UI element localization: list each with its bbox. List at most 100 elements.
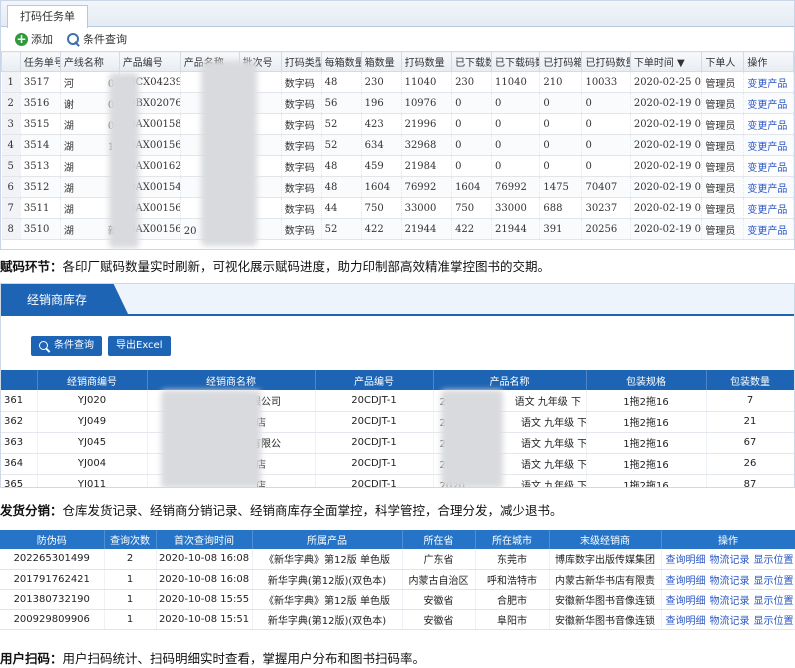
column-header[interactable]: 经销商名称 bbox=[147, 370, 316, 390]
dealer-cell: 内蒙古新华书店有限责 bbox=[549, 569, 662, 590]
column-header[interactable]: 操作 bbox=[743, 51, 794, 72]
column-header[interactable]: 已打码箱数 bbox=[539, 51, 583, 72]
data-cell: 数字码 bbox=[281, 197, 322, 219]
table-row[interactable]: 361YJ020有限公司20CDJT-1202语文 九年级 下1拖2拖167 bbox=[1, 390, 794, 412]
show-location-link[interactable]: 显示位置 bbox=[754, 596, 794, 607]
data-cell: 0 bbox=[581, 92, 631, 114]
change-product-link[interactable]: 变更产品 bbox=[743, 155, 794, 177]
column-header[interactable]: 操作 bbox=[661, 530, 795, 549]
add-button[interactable]: + 添加 bbox=[15, 31, 53, 47]
data-cell: 21984 bbox=[401, 155, 453, 177]
line-name-part: 湖 bbox=[63, 204, 74, 216]
change-product-link[interactable]: 变更产品 bbox=[743, 176, 794, 198]
column-header[interactable]: 打码数量 bbox=[400, 51, 453, 72]
query-detail-link[interactable]: 查询明细 bbox=[666, 596, 706, 607]
row-number: 364 bbox=[1, 453, 38, 475]
column-header[interactable]: 每箱数量 bbox=[320, 51, 362, 72]
column-header[interactable]: 经销商编号 bbox=[37, 370, 148, 390]
column-header[interactable]: 包装数量 bbox=[706, 370, 794, 390]
column-header[interactable]: 下单时间 ▼ bbox=[629, 51, 703, 72]
query-detail-link[interactable]: 查询明细 bbox=[666, 576, 706, 587]
data-cell: 管理员 bbox=[701, 92, 745, 114]
package-spec-cell: 1拖2拖16 bbox=[586, 432, 707, 454]
anti-fake-code-cell: 200929809906 bbox=[0, 609, 105, 630]
show-location-link[interactable]: 显示位置 bbox=[754, 576, 794, 587]
table-row[interactable]: 363YJ045长有限公20CDJT-12020语文 九年级 下1拖2拖1667 bbox=[1, 432, 794, 454]
data-cell: 数字码 bbox=[281, 113, 322, 135]
column-header[interactable] bbox=[1, 51, 21, 72]
column-header[interactable]: 所在城市 bbox=[475, 530, 550, 549]
column-header[interactable]: 产线名称 bbox=[59, 51, 120, 72]
column-header[interactable]: 已下载码数 bbox=[491, 51, 541, 72]
table-row[interactable]: 364YJ004店20CDJT-12020语文 九年级 下1拖2拖1626 bbox=[1, 453, 794, 475]
first-query-time-cell: 2020-10-08 15:55 bbox=[156, 589, 253, 610]
column-header[interactable]: 箱数量 bbox=[360, 51, 402, 72]
column-header[interactable]: 所属产品 bbox=[252, 530, 403, 549]
column-header[interactable]: 产品名称 bbox=[433, 370, 587, 390]
data-cell: 2020-02-19 06 bbox=[630, 134, 703, 156]
change-product-link[interactable]: 变更产品 bbox=[743, 134, 794, 156]
user-scan-panel: 防伪码 查询次数 首次查询时间 所属产品 所在省 所在城市 末级经销商 操作 20226530… bbox=[0, 530, 795, 642]
data-cell: 0 bbox=[491, 92, 541, 114]
table-row[interactable]: 201791762421 1 2020-10-08 16:08 新华字典(第12版)(… bbox=[0, 569, 795, 590]
column-header[interactable]: 末级经销商 bbox=[549, 530, 662, 549]
product-cell: 新华字典(第12版)(双色本) bbox=[252, 569, 403, 590]
province-cell: 广东省 bbox=[402, 549, 476, 570]
column-header[interactable]: 包装规格 bbox=[586, 370, 707, 390]
data-cell: 0 bbox=[491, 113, 541, 135]
change-product-link[interactable]: 变更产品 bbox=[743, 71, 794, 93]
show-location-link[interactable]: 显示位置 bbox=[754, 555, 794, 566]
data-cell: 48 bbox=[321, 155, 362, 177]
table-row[interactable]: 200929809906 1 2020-10-08 15:51 新华字典(第12版)(… bbox=[0, 609, 795, 630]
province-cell: 安徽省 bbox=[402, 589, 476, 610]
column-header[interactable]: 产品编号 bbox=[118, 51, 181, 72]
package-spec-cell: 1拖2拖16 bbox=[586, 474, 707, 487]
export-excel-button[interactable]: 导出Excel bbox=[108, 336, 171, 356]
column-header[interactable]: 所在省 bbox=[402, 530, 476, 549]
column-header[interactable]: 产品编号 bbox=[315, 370, 434, 390]
column-header[interactable] bbox=[1, 370, 38, 390]
search-icon bbox=[39, 340, 50, 352]
condition-query-button[interactable]: 条件查询 bbox=[31, 336, 102, 356]
anti-fake-code-cell: 201791762421 bbox=[0, 569, 105, 590]
column-header[interactable]: 查询次数 bbox=[104, 530, 157, 549]
change-product-link[interactable]: 变更产品 bbox=[743, 197, 794, 219]
task-number-cell: 3511 bbox=[20, 197, 61, 219]
query-detail-link[interactable]: 查询明细 bbox=[666, 616, 706, 627]
change-product-link[interactable]: 变更产品 bbox=[743, 113, 794, 135]
column-header[interactable]: 打码类型 bbox=[280, 51, 322, 72]
toolbar: + 添加 条件查询 bbox=[1, 27, 794, 51]
data-cell: 管理员 bbox=[701, 71, 745, 93]
tab-print-task[interactable]: 打码任务单 bbox=[7, 5, 88, 28]
data-cell: 数字码 bbox=[281, 155, 322, 177]
table-row[interactable]: 202265301499 2 2020-10-08 16:08 《新华字典》第12版 … bbox=[0, 549, 795, 570]
change-product-link[interactable]: 变更产品 bbox=[743, 218, 794, 240]
logistics-record-link[interactable]: 物流记录 bbox=[710, 576, 750, 587]
column-header[interactable]: 已打码数量 bbox=[581, 51, 631, 72]
data-cell: 634 bbox=[361, 134, 402, 156]
column-header[interactable]: 下单人 bbox=[701, 51, 745, 72]
user-scan-table: 防伪码 查询次数 首次查询时间 所属产品 所在省 所在城市 末级经销商 操作 20226530… bbox=[0, 530, 795, 630]
column-header[interactable]: 已下载数 bbox=[451, 51, 493, 72]
logistics-record-link[interactable]: 物流记录 bbox=[710, 596, 750, 607]
data-cell: 11040 bbox=[401, 71, 453, 93]
table-row[interactable]: 362YJ049店20CDJT-12020语文 九年级 下1拖2拖1621 bbox=[1, 411, 794, 433]
column-header[interactable]: 防伪码 bbox=[0, 530, 105, 549]
data-cell: 2020-02-19 09 bbox=[630, 218, 703, 240]
column-header[interactable]: 首次查询时间 bbox=[156, 530, 253, 549]
logistics-record-link[interactable]: 物流记录 bbox=[710, 616, 750, 627]
product-name-part: 语文 九年级 下 bbox=[514, 396, 581, 408]
city-cell: 东莞市 bbox=[475, 549, 550, 570]
column-header[interactable]: 任务单号 bbox=[19, 51, 61, 72]
panel-title: 经销商库存 bbox=[1, 284, 129, 316]
logistics-record-link[interactable]: 物流记录 bbox=[710, 555, 750, 566]
row-number: 363 bbox=[1, 432, 38, 454]
table-row[interactable]: 201380732190 1 2020-10-08 15:55 《新华字典》第12版 … bbox=[0, 589, 795, 610]
condition-query-button[interactable]: 条件查询 bbox=[67, 31, 127, 47]
query-detail-link[interactable]: 查询明细 bbox=[666, 555, 706, 566]
caption-distribution: 发货分销：仓库发货记录、经销商分销记录、经销商库存全面掌控，科学管控，合理分发，… bbox=[0, 500, 563, 519]
table-row[interactable]: 365YJ011店20CDJT-12020语文 九年级 下1拖2拖1687 bbox=[1, 474, 794, 487]
show-location-link[interactable]: 显示位置 bbox=[754, 616, 794, 627]
data-cell: 2020-02-25 09 bbox=[630, 71, 703, 93]
change-product-link[interactable]: 变更产品 bbox=[743, 92, 794, 114]
